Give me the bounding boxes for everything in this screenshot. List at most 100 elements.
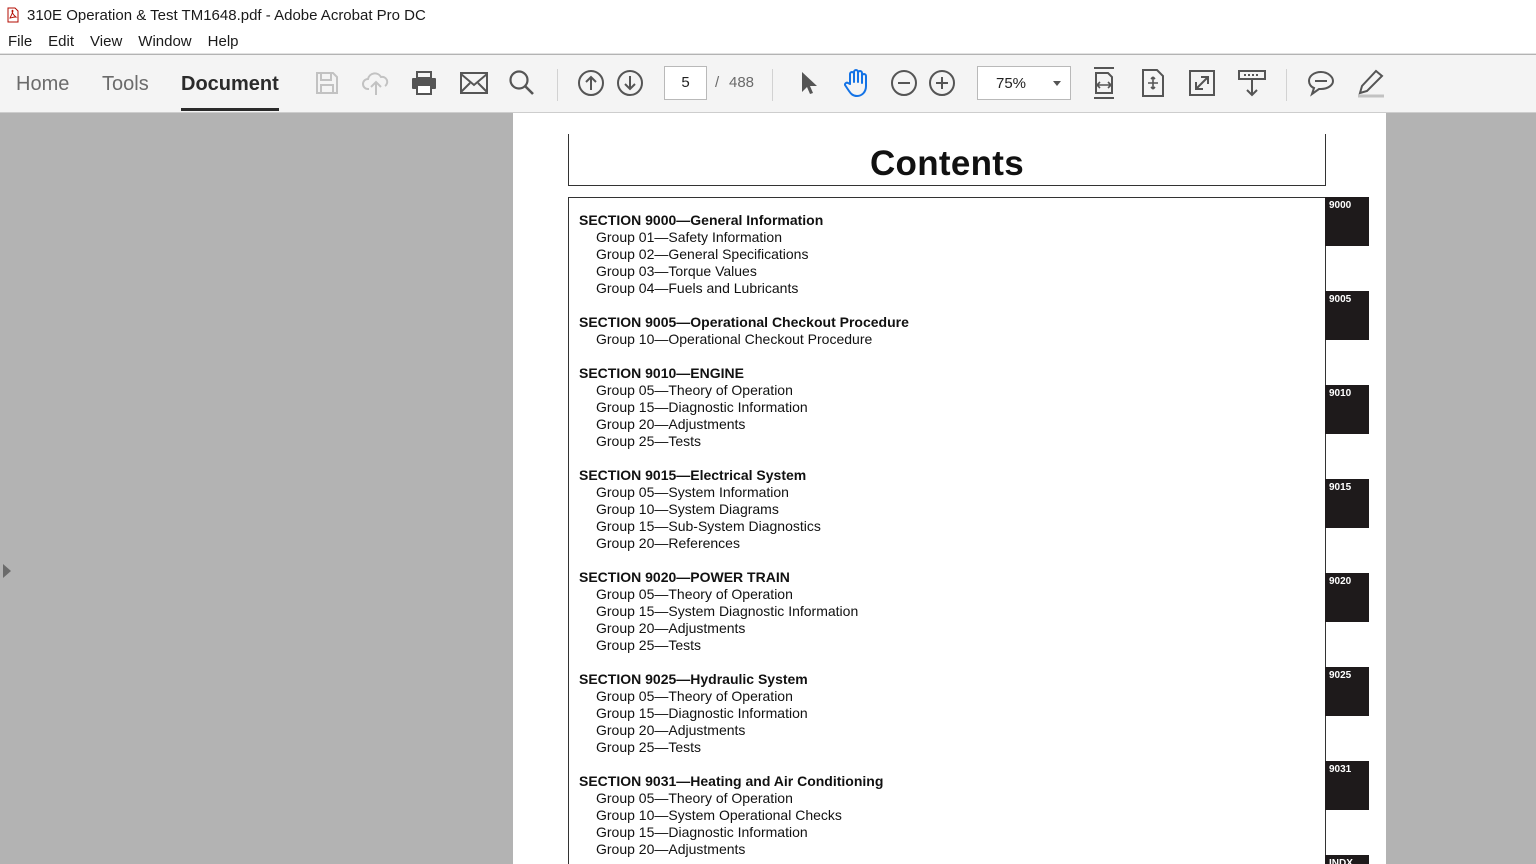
toolbar-separator: [557, 69, 558, 101]
toc-group-item[interactable]: Group 25—Tests: [579, 637, 909, 654]
toc-group-item[interactable]: Group 25—Tests: [579, 739, 909, 756]
toc-group-item[interactable]: Group 10—Operational Checkout Procedure: [579, 331, 909, 348]
previous-page-button[interactable]: [575, 67, 607, 99]
toc-group-item[interactable]: Group 20—Adjustments: [579, 722, 909, 739]
zoom-level-value: 75%: [996, 75, 1027, 92]
section-tab: 9015: [1325, 479, 1369, 528]
tab-home[interactable]: Home: [16, 55, 69, 112]
toc-group-item[interactable]: Group 05—Theory of Operation: [579, 586, 909, 603]
toc-group-item[interactable]: Group 05—Theory of Operation: [579, 688, 909, 705]
section-tab: 9000: [1325, 197, 1369, 246]
toc-group-item[interactable]: Group 25—Tests: [579, 433, 909, 450]
document-view[interactable]: Contents SECTION 9000—General Informatio…: [0, 113, 1536, 864]
toc-section-title[interactable]: SECTION 9000—General Information: [579, 212, 909, 229]
toc-section: SECTION 9031—Heating and Air Conditionin…: [579, 773, 909, 858]
expand-panel-icon[interactable]: [3, 564, 11, 578]
comment-button[interactable]: [1305, 67, 1337, 99]
section-tab-label: 9025: [1329, 670, 1352, 681]
toc-section-title[interactable]: SECTION 9015—Electrical System: [579, 467, 909, 484]
menu-window[interactable]: Window: [130, 30, 199, 54]
next-page-button[interactable]: [614, 67, 646, 99]
cloud-upload-icon: [362, 72, 389, 95]
section-tab-label: 9020: [1329, 576, 1352, 587]
toc-section-title[interactable]: SECTION 9025—Hydraulic System: [579, 671, 909, 688]
menu-view[interactable]: View: [82, 30, 130, 54]
menu-edit[interactable]: Edit: [40, 30, 82, 54]
email-button[interactable]: [458, 67, 490, 99]
pdf-page: Contents SECTION 9000—General Informatio…: [513, 113, 1386, 864]
menu-file[interactable]: File: [0, 30, 40, 54]
pdf-file-icon: [7, 7, 19, 23]
section-tab-label: 9005: [1329, 294, 1352, 305]
toc-section: SECTION 9005—Operational Checkout Proced…: [579, 314, 909, 348]
page-separator: /: [715, 74, 720, 91]
select-tool-button[interactable]: [792, 67, 824, 99]
section-tab: INDX: [1325, 855, 1369, 864]
section-tab: 9025: [1325, 667, 1369, 716]
page-number-input[interactable]: 5: [664, 66, 707, 100]
window-title: 310E Operation & Test TM1648.pdf - Adobe…: [27, 6, 426, 24]
section-tab-label: 9000: [1329, 200, 1352, 211]
full-screen-button[interactable]: [1186, 67, 1218, 99]
toc-group-item[interactable]: Group 20—Adjustments: [579, 841, 909, 858]
zoom-level-dropdown[interactable]: 75%: [977, 66, 1071, 100]
toc-group-item[interactable]: Group 15—System Diagnostic Information: [579, 603, 909, 620]
toc-section: SECTION 9020—POWER TRAIN Group 05—Theory …: [579, 569, 909, 654]
toc-group-item[interactable]: Group 20—Adjustments: [579, 416, 909, 433]
toc-group-item[interactable]: Group 15—Diagnostic Information: [579, 824, 909, 841]
page-down-icon: [617, 70, 643, 96]
zoom-in-icon: [929, 70, 955, 96]
menu-help[interactable]: Help: [200, 30, 247, 54]
toc-group-item[interactable]: Group 05—Theory of Operation: [579, 382, 909, 399]
comment-icon: [1307, 70, 1335, 97]
save-icon: [316, 72, 338, 94]
print-icon: [412, 71, 436, 95]
toc-section-title[interactable]: SECTION 9010—ENGINE: [579, 365, 909, 382]
fit-width-button[interactable]: [1088, 67, 1120, 99]
toc-group-item[interactable]: Group 10—System Operational Checks: [579, 807, 909, 824]
toc-section-title[interactable]: SECTION 9005—Operational Checkout Proced…: [579, 314, 909, 331]
save-button[interactable]: [311, 67, 343, 99]
toc-section: SECTION 9015—Electrical System Group 05—S…: [579, 467, 909, 552]
zoom-out-icon: [891, 70, 917, 96]
hand-tool-button[interactable]: [840, 67, 872, 99]
toc-group-item[interactable]: Group 05—System Information: [579, 484, 909, 501]
toolbar-separator: [1286, 69, 1287, 101]
section-tab-label: 9031: [1329, 764, 1352, 775]
tab-tools[interactable]: Tools: [102, 55, 149, 112]
zoom-in-button[interactable]: [926, 67, 958, 99]
read-mode-button[interactable]: [1236, 67, 1268, 99]
toc-group-item[interactable]: Group 03—Torque Values: [579, 263, 909, 280]
toc-group-item[interactable]: Group 15—Sub-System Diagnostics: [579, 518, 909, 535]
fit-page-button[interactable]: [1137, 67, 1169, 99]
section-tab-label: INDX: [1329, 858, 1353, 864]
find-button[interactable]: [506, 67, 538, 99]
toc-group-item[interactable]: Group 20—Adjustments: [579, 620, 909, 637]
toc-section: SECTION 9010—ENGINE Group 05—Theory of Op…: [579, 365, 909, 450]
select-cursor-icon: [802, 72, 817, 94]
print-button[interactable]: [408, 67, 440, 99]
toc-section-title[interactable]: SECTION 9031—Heating and Air Conditionin…: [579, 773, 909, 790]
toc-group-item[interactable]: Group 20—References: [579, 535, 909, 552]
toc-group-item[interactable]: Group 15—Diagnostic Information: [579, 399, 909, 416]
toc-group-item[interactable]: Group 02—General Specifications: [579, 246, 909, 263]
toc-group-item[interactable]: Group 05—Theory of Operation: [579, 790, 909, 807]
table-of-contents: SECTION 9000—General Information Group 01…: [579, 212, 909, 864]
toc-group-item[interactable]: Group 10—System Diagrams: [579, 501, 909, 518]
toc-section-title[interactable]: SECTION 9020—POWER TRAIN: [579, 569, 909, 586]
highlight-button[interactable]: [1354, 67, 1386, 99]
menu-bar: File Edit View Window Help: [0, 30, 1536, 54]
title-bar: 310E Operation & Test TM1648.pdf - Adobe…: [0, 0, 1536, 30]
toc-group-item[interactable]: Group 15—Diagnostic Information: [579, 705, 909, 722]
page-up-icon: [578, 70, 604, 96]
section-tab: 9010: [1325, 385, 1369, 434]
tab-document[interactable]: Document: [181, 55, 279, 112]
zoom-out-button[interactable]: [888, 67, 920, 99]
toolbar: Home Tools Document 5 / 488 75%: [0, 55, 1536, 113]
email-icon: [460, 72, 488, 94]
upload-button[interactable]: [360, 67, 392, 99]
page-total: 488: [729, 74, 755, 91]
contents-box: SECTION 9000—General Information Group 01…: [568, 197, 1326, 864]
toc-group-item[interactable]: Group 04—Fuels and Lubricants: [579, 280, 909, 297]
toc-group-item[interactable]: Group 01—Safety Information: [579, 229, 909, 246]
